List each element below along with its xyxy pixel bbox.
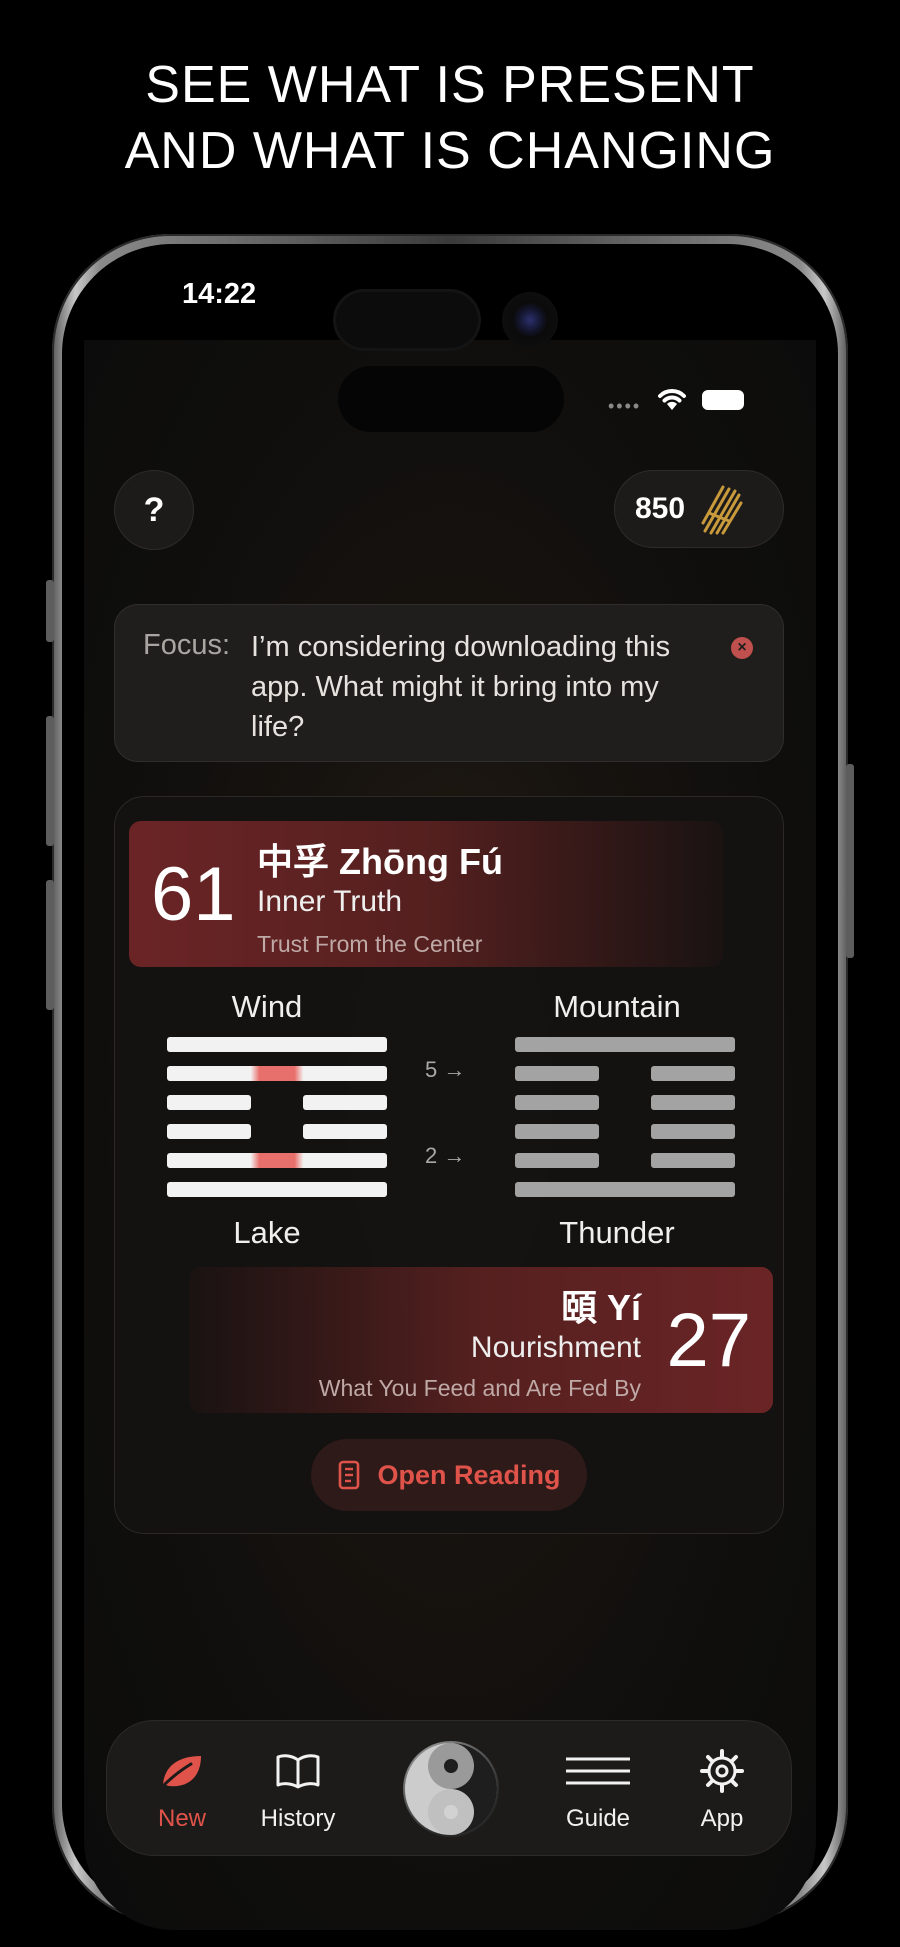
changing-line-2-arrow: 2 → xyxy=(425,1143,466,1168)
book-icon xyxy=(276,1754,320,1789)
promo-headline: SEE WHAT IS PRESENT AND WHAT IS CHANGING xyxy=(0,52,900,184)
relating-hexagram-number: 27 xyxy=(666,1298,751,1383)
tab-app[interactable]: App xyxy=(667,1721,777,1857)
relating-hexagram-banner[interactable]: 頤 Yí Nourishment What You Feed and Are F… xyxy=(189,1267,773,1413)
tab-guide[interactable]: Guide xyxy=(543,1721,653,1857)
coins-value: 850 xyxy=(635,492,686,525)
hexagram-line xyxy=(167,1182,387,1197)
relating-upper-trigram: Mountain xyxy=(553,989,681,1024)
clear-icon[interactable]: × xyxy=(731,637,753,659)
headline-line-2: AND WHAT IS CHANGING xyxy=(124,122,776,180)
document-icon xyxy=(339,1460,360,1490)
tab-guide-label: Guide xyxy=(565,1805,631,1832)
hexagram-line xyxy=(303,1095,387,1110)
tab-app-label: App xyxy=(700,1805,744,1832)
primary-lower-trigram: Lake xyxy=(233,1215,301,1250)
headline-line-1: SEE WHAT IS PRESENT xyxy=(145,56,755,114)
hexagram-line xyxy=(515,1182,735,1197)
focus-card[interactable]: Focus: I’m considering downloading this … xyxy=(114,604,784,762)
yin-yang-icon[interactable] xyxy=(403,1741,499,1837)
help-button[interactable]: ? xyxy=(114,470,194,550)
side-button-volume-down xyxy=(46,880,54,1010)
hexagram-line xyxy=(167,1037,387,1052)
coins-balance-button[interactable]: 850 xyxy=(614,470,784,548)
changing-line[interactable] xyxy=(167,1066,387,1081)
dynamic-island xyxy=(338,366,564,432)
tab-history[interactable]: History xyxy=(243,1721,353,1857)
menu-lines-icon xyxy=(566,1757,630,1785)
battery-icon xyxy=(702,390,744,410)
side-button-power xyxy=(846,764,854,958)
tab-new-label: New xyxy=(157,1805,206,1832)
hexagram-line xyxy=(515,1037,735,1052)
hexagram-line xyxy=(515,1153,599,1168)
hexagram-line xyxy=(515,1095,599,1110)
relating-hexagram-lines xyxy=(515,1037,735,1199)
primary-hexagram-title: 中孚 Zhōng Fú xyxy=(257,841,503,882)
gear-icon xyxy=(700,1749,744,1793)
status-time: 14:22 xyxy=(182,278,257,310)
primary-hexagram-number: 61 xyxy=(151,852,236,937)
focus-question[interactable]: I’m considering downloading this app. Wh… xyxy=(251,627,701,747)
cellular-dots-icon: •••• xyxy=(608,396,642,416)
hexagram-line xyxy=(167,1095,251,1110)
primary-hexagram-name: Inner Truth xyxy=(257,885,403,918)
hexagram-line xyxy=(651,1124,735,1139)
hexagram-line xyxy=(651,1153,735,1168)
wifi-icon xyxy=(658,389,686,410)
leaf-icon xyxy=(161,1756,201,1788)
primary-hexagram-lines xyxy=(167,1037,387,1199)
changing-line[interactable] xyxy=(167,1153,387,1168)
tab-bar: New History Guide App xyxy=(106,1720,792,1856)
focus-label: Focus: xyxy=(143,629,231,661)
front-camera xyxy=(502,292,558,348)
primary-hexagram-subtitle: Trust From the Center xyxy=(257,931,483,957)
changing-line-5-arrow: 5 → xyxy=(425,1057,466,1082)
reading-card: 61 中孚 Zhōng Fú Inner Truth Trust From th… xyxy=(114,796,784,1534)
relating-lower-trigram: Thunder xyxy=(559,1215,675,1250)
side-button-volume-up xyxy=(46,716,54,846)
hexagram-line xyxy=(303,1124,387,1139)
yarrow-stalks-icon xyxy=(701,485,743,535)
speaker-grille xyxy=(336,292,478,348)
open-reading-button[interactable]: Open Reading xyxy=(311,1439,587,1511)
hexagram-line xyxy=(651,1066,735,1081)
tab-history-label: History xyxy=(260,1805,336,1832)
tab-new[interactable]: New xyxy=(127,1721,237,1857)
hexagram-line xyxy=(515,1066,599,1081)
primary-upper-trigram: Wind xyxy=(231,989,303,1024)
relating-hexagram-name: Nourishment xyxy=(470,1331,641,1364)
hexagram-line xyxy=(651,1095,735,1110)
open-reading-label: Open Reading xyxy=(377,1459,561,1490)
hexagram-line xyxy=(167,1124,251,1139)
relating-hexagram-title: 頤 Yí xyxy=(560,1287,641,1328)
side-button-action xyxy=(46,580,54,642)
hexagram-line xyxy=(515,1124,599,1139)
relating-hexagram-subtitle: What You Feed and Are Fed By xyxy=(318,1375,641,1401)
primary-hexagram-banner[interactable]: 61 中孚 Zhōng Fú Inner Truth Trust From th… xyxy=(129,821,723,967)
